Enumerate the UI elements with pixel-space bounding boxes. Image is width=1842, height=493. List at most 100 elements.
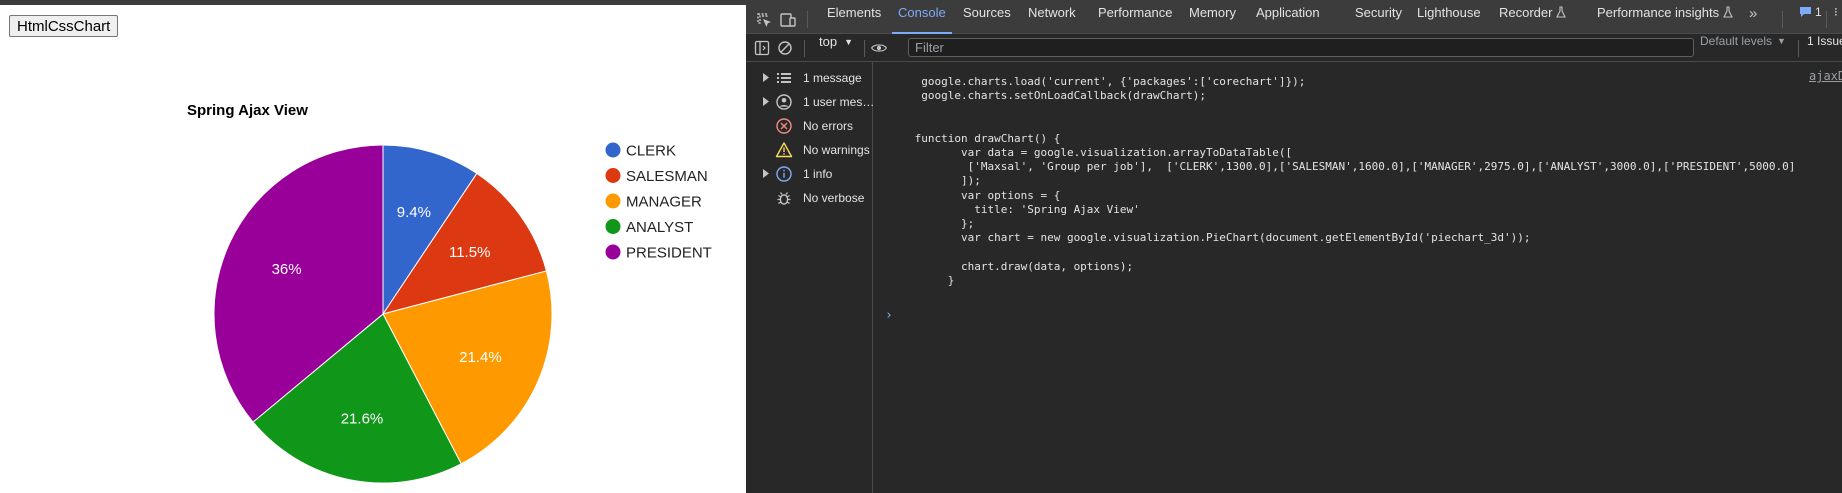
- live-expression-eye-icon[interactable]: [870, 39, 888, 57]
- sidebar-item-errors[interactable]: No errors: [746, 114, 872, 138]
- slice-label-clerk: 9.4%: [397, 204, 431, 221]
- code-line: ]);: [908, 174, 981, 187]
- code-line: function drawChart() {: [908, 132, 1061, 145]
- issues-badge-count: 1: [1815, 5, 1822, 19]
- code-line: var chart = new google.visualization.Pie…: [908, 231, 1531, 244]
- code-line: chart.draw(data, options);: [908, 260, 1134, 273]
- console-toolbar: top ▼ Default levels ▼ 1 Issue: [746, 34, 1842, 62]
- pie-slices: [213, 144, 553, 484]
- html-css-chart-button[interactable]: HtmlCssChart: [9, 15, 119, 37]
- slice-label-president: 36%: [272, 261, 302, 278]
- code-line: google.charts.load('current', {'packages…: [908, 75, 1306, 88]
- legend-label-analyst[interactable]: ANALYST: [626, 219, 693, 236]
- issues-label: 1 Issue: [1807, 34, 1842, 48]
- tab-separator: [807, 11, 808, 28]
- devtools-tabbar: Elements Console Sources Network Perform…: [746, 5, 1842, 34]
- chart-legend: CLERK SALESMAN MANAGER ANALYST PRESIDENT: [605, 142, 712, 262]
- inspect-element-icon[interactable]: [755, 11, 773, 29]
- source-link[interactable]: ajaxD: [1809, 69, 1842, 83]
- slice-label-salesman: 11.5%: [449, 244, 490, 261]
- tab-recorder[interactable]: Recorder: [1499, 5, 1567, 34]
- user-icon: [776, 94, 792, 110]
- sidebar-item-label: 1 user mes…: [803, 95, 875, 109]
- tab-sources[interactable]: Sources: [963, 5, 1011, 34]
- legend-label-manager[interactable]: MANAGER: [626, 194, 702, 211]
- legend-swatch-clerk: [605, 142, 621, 158]
- tab-console[interactable]: Console: [892, 5, 952, 34]
- experimental-flask-icon: [1723, 6, 1734, 18]
- bug-icon: [777, 192, 791, 205]
- log-levels-value: Default levels: [1700, 34, 1773, 48]
- sidebar-item-warnings[interactable]: No warnings: [746, 138, 872, 162]
- code-line: title: 'Spring Ajax View': [908, 203, 1140, 216]
- tab-memory[interactable]: Memory: [1189, 5, 1236, 34]
- execution-context-value: top: [819, 34, 838, 49]
- expand-arrow-icon[interactable]: [762, 73, 769, 82]
- toolbar-separator: [1798, 40, 1799, 57]
- sidebar-item-label: No errors: [803, 119, 854, 133]
- legend-label-president[interactable]: PRESIDENT: [626, 245, 712, 262]
- info-icon: [776, 166, 792, 182]
- sidebar-item-label: No warnings: [803, 143, 870, 157]
- console-prompt[interactable]: ›: [885, 308, 893, 323]
- device-toolbar-icon[interactable]: [779, 11, 797, 29]
- legend-swatch-salesman: [605, 168, 621, 183]
- tab-network[interactable]: Network: [1028, 5, 1076, 34]
- tab-security[interactable]: Security: [1355, 5, 1402, 34]
- tab-separator: [1782, 11, 1783, 28]
- chevron-down-icon: ▼: [844, 37, 853, 47]
- expand-arrow-icon[interactable]: [762, 169, 769, 178]
- sidebar-item-info[interactable]: 1 info: [746, 162, 872, 186]
- issues-button[interactable]: 1 Issue: [1807, 34, 1842, 62]
- clear-console-icon[interactable]: [776, 39, 794, 57]
- slice-label-analyst: 21.6%: [341, 410, 384, 427]
- sidebar-item-label: 1 info: [803, 167, 833, 181]
- sidebar-item-label: 1 message: [803, 71, 862, 85]
- sidebar-item-messages[interactable]: 1 message: [746, 66, 872, 90]
- tab-lighthouse[interactable]: Lighthouse: [1417, 5, 1481, 34]
- console-sidebar: 1 message 1 user mes… No errors No warni: [746, 62, 875, 493]
- list-icon: [777, 73, 791, 83]
- sidebar-item-verbose[interactable]: No verbose: [746, 186, 872, 210]
- devtools-menu-button[interactable]: ⁝: [1834, 5, 1838, 34]
- experimental-flask-icon: [1556, 6, 1567, 18]
- code-line: var data = google.visualization.arrayToD…: [908, 146, 1293, 159]
- legend-swatch-manager: [605, 193, 621, 209]
- warning-icon: [775, 142, 793, 158]
- console-filter-input[interactable]: [908, 38, 1694, 57]
- tab-performance[interactable]: Performance: [1098, 5, 1172, 34]
- tab-performance-insights-label: Performance insights: [1597, 5, 1720, 20]
- toolbar-separator: [804, 40, 805, 57]
- pie-chart: Spring Ajax View 9.4%11.5%21.4%21.6%36% …: [187, 102, 712, 484]
- sidebar-toggle-icon[interactable]: [753, 39, 771, 57]
- sidebar-item-user-messages[interactable]: 1 user mes…: [746, 90, 875, 114]
- tab-application[interactable]: Application: [1256, 5, 1320, 34]
- code-line: };: [908, 217, 975, 230]
- error-icon: [776, 118, 792, 134]
- devtools-panel: Elements Console Sources Network Perform…: [746, 5, 1842, 493]
- console-output: ajaxD google.charts.load('current', {'pa…: [873, 62, 1842, 493]
- log-levels-select[interactable]: Default levels ▼: [1700, 34, 1786, 62]
- legend-label-clerk[interactable]: CLERK: [626, 143, 676, 160]
- expand-arrow-icon[interactable]: [762, 97, 769, 106]
- chevron-down-icon: ▼: [1777, 36, 1786, 46]
- tab-elements[interactable]: Elements: [827, 5, 881, 34]
- tab-performance-insights[interactable]: Performance insights: [1597, 5, 1734, 34]
- slice-label-manager: 21.4%: [459, 349, 502, 366]
- legend-label-salesman[interactable]: SALESMAN: [626, 168, 708, 185]
- execution-context-select[interactable]: top ▼: [819, 34, 853, 62]
- legend-swatch-president: [605, 244, 621, 260]
- legend-swatch-analyst: [605, 219, 621, 234]
- sidebar-item-label: No verbose: [803, 191, 865, 205]
- code-line: ['Maxsal', 'Group per job'], ['CLERK',13…: [908, 160, 1796, 173]
- toolbar-separator: [864, 40, 865, 57]
- message-icon: [1800, 7, 1811, 17]
- tab-separator: [1826, 11, 1827, 28]
- page-viewport: Spring Ajax View 9.4% 11.5% 21.4% 21.6% 36% …: [0, 5, 746, 493]
- chart-title: Spring Ajax View: [187, 102, 308, 119]
- issues-badge[interactable]: 1: [1799, 5, 1822, 34]
- tab-recorder-label: Recorder: [1499, 5, 1553, 20]
- console-message-code: google.charts.load('current', {'packages…: [873, 62, 1796, 287]
- code-line: var options = {: [908, 189, 1061, 202]
- more-tabs-button[interactable]: »: [1749, 5, 1757, 34]
